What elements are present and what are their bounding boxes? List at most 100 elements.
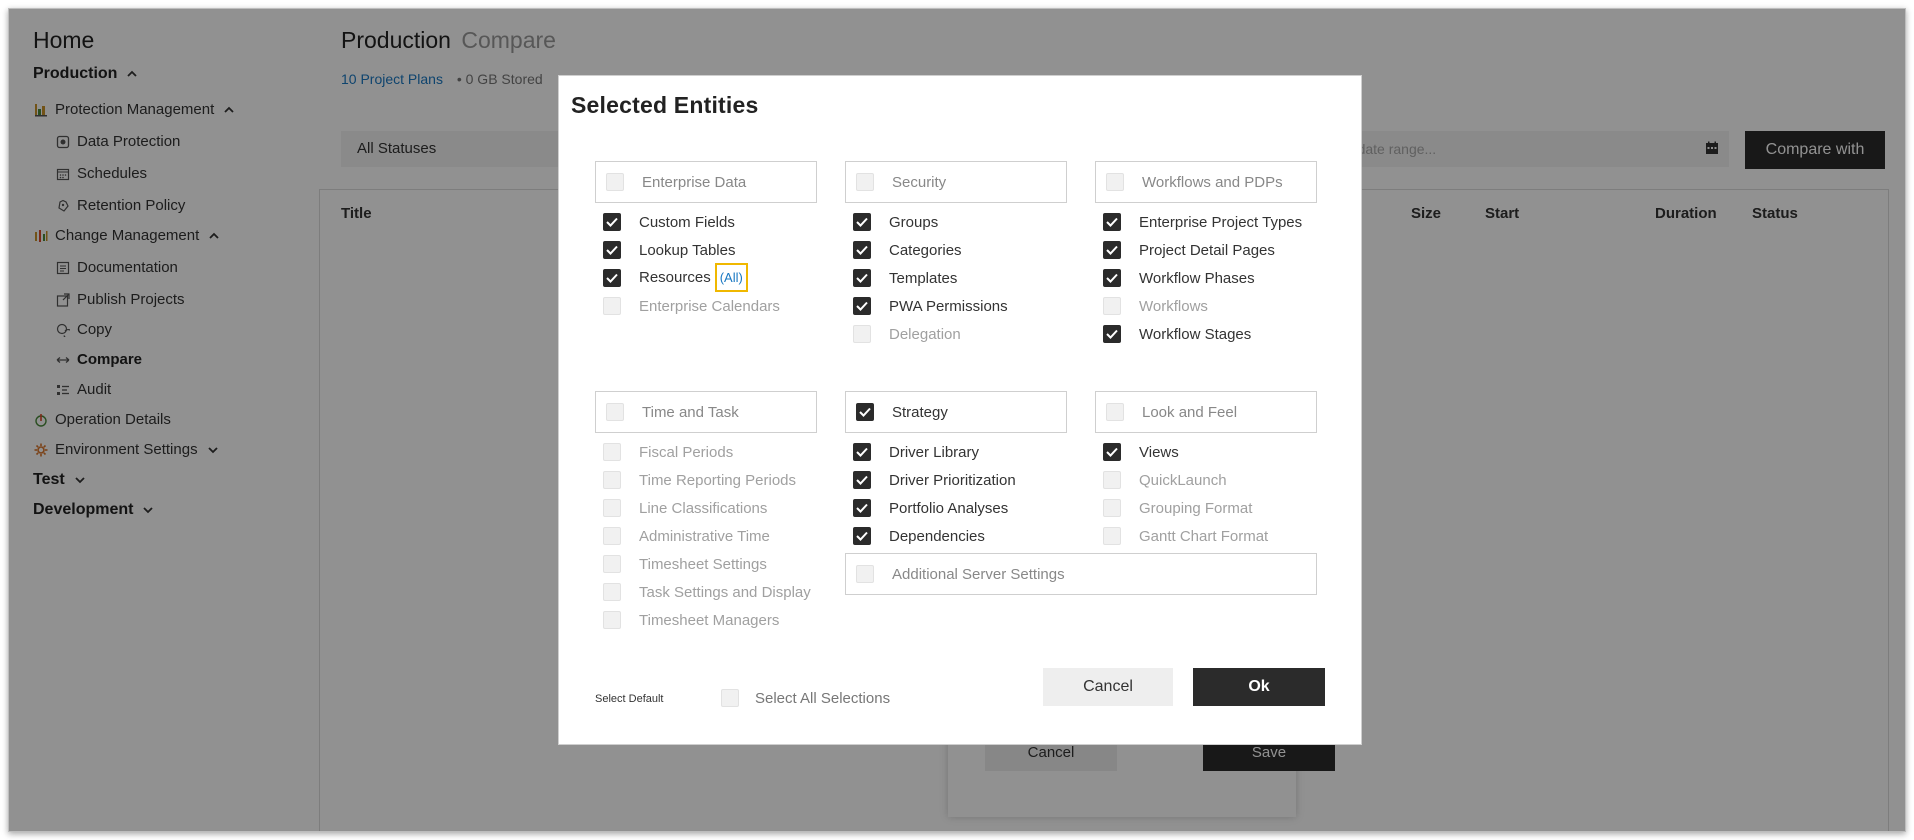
- group-security: Security Groups Categories Templates PWA…: [845, 161, 1067, 343]
- checkbox-unchecked-icon[interactable]: [856, 173, 874, 191]
- checkbox-unchecked-icon[interactable]: [603, 583, 621, 601]
- entity-item-driver-prioritization[interactable]: Driver Prioritization: [853, 471, 1016, 489]
- entity-label: Time Reporting Periods: [639, 471, 797, 489]
- entity-item-delegation[interactable]: Delegation: [853, 325, 961, 343]
- entity-item-driver-library[interactable]: Driver Library: [853, 443, 979, 461]
- entity-item-timesheet-settings[interactable]: Timesheet Settings: [603, 555, 767, 573]
- entity-label: Views: [1139, 443, 1179, 461]
- checkbox-unchecked-icon[interactable]: [606, 403, 624, 421]
- dialog-title: Selected Entities: [571, 92, 759, 118]
- checkbox-unchecked-icon[interactable]: [603, 443, 621, 461]
- entity-label: Timesheet Settings: [639, 555, 767, 573]
- entity-item-templates[interactable]: Templates: [853, 269, 957, 287]
- entity-item-grouping-format[interactable]: Grouping Format: [1103, 499, 1252, 517]
- checkbox-checked-icon[interactable]: [853, 499, 871, 517]
- group-label: Security: [892, 173, 947, 191]
- select-all-selections[interactable]: Select All Selections: [721, 689, 890, 707]
- entity-item-enterprise-calendars[interactable]: Enterprise Calendars: [603, 297, 780, 315]
- entity-item-categories[interactable]: Categories: [853, 241, 962, 259]
- checkbox-checked-icon[interactable]: [853, 471, 871, 489]
- entity-item-workflow-stages[interactable]: Workflow Stages: [1103, 325, 1251, 343]
- group-header-additional-server-settings[interactable]: Additional Server Settings: [845, 553, 1317, 595]
- entity-item-dependencies[interactable]: Dependencies: [853, 527, 985, 545]
- checkbox-checked-icon[interactable]: [1103, 213, 1121, 231]
- entity-item-lookup-tables[interactable]: Lookup Tables: [603, 241, 735, 259]
- entity-label: Workflow Stages: [1139, 325, 1252, 343]
- entity-item-workflow-phases[interactable]: Workflow Phases: [1103, 269, 1255, 287]
- entity-label: PWA Permissions: [889, 297, 1008, 315]
- checkbox-unchecked-icon[interactable]: [853, 325, 871, 343]
- checkbox-unchecked-icon[interactable]: [1103, 471, 1121, 489]
- checkbox-unchecked-icon[interactable]: [603, 471, 621, 489]
- checkbox-unchecked-icon[interactable]: [603, 297, 621, 315]
- entity-label: Custom Fields: [639, 213, 735, 231]
- checkbox-unchecked-icon[interactable]: [606, 173, 624, 191]
- checkbox-unchecked-icon[interactable]: [603, 527, 621, 545]
- group-label: Enterprise Data: [642, 173, 747, 191]
- entity-item-pwa-permissions[interactable]: PWA Permissions: [853, 297, 1008, 315]
- group-header-security[interactable]: Security: [845, 161, 1067, 203]
- entity-label: Timesheet Managers: [639, 611, 780, 629]
- entity-label: Driver Library: [889, 443, 980, 461]
- checkbox-unchecked-icon[interactable]: [603, 555, 621, 573]
- checkbox-unchecked-icon[interactable]: [1103, 499, 1121, 517]
- entity-label: Enterprise Calendars: [639, 297, 780, 315]
- checkbox-checked-icon[interactable]: [603, 241, 621, 259]
- group-enterprise-data: Enterprise Data Custom Fields Lookup Tab…: [595, 161, 817, 315]
- group-header-look-and-feel[interactable]: Look and Feel: [1095, 391, 1317, 433]
- checkbox-checked-icon[interactable]: [853, 269, 871, 287]
- checkbox-checked-icon[interactable]: [853, 527, 871, 545]
- entity-item-custom-fields[interactable]: Custom Fields: [603, 213, 735, 231]
- checkbox-unchecked-icon[interactable]: [603, 499, 621, 517]
- checkbox-unchecked-icon[interactable]: [1103, 297, 1121, 315]
- checkbox-unchecked-icon[interactable]: [1106, 173, 1124, 191]
- entity-item-groups[interactable]: Groups: [853, 213, 938, 231]
- checkbox-unchecked-icon[interactable]: [856, 565, 874, 583]
- entity-item-portfolio-analyses[interactable]: Portfolio Analyses: [853, 499, 1008, 517]
- cancel-button[interactable]: Cancel: [1043, 668, 1173, 706]
- checkbox-unchecked-icon[interactable]: [603, 611, 621, 629]
- entity-label: Workflow Phases: [1139, 269, 1255, 287]
- select-default-link[interactable]: Select Default: [595, 693, 663, 705]
- checkbox-checked-icon[interactable]: [603, 268, 621, 287]
- group-header-time-and-task[interactable]: Time and Task: [595, 391, 817, 433]
- group-header-workflows[interactable]: Workflows and PDPs: [1095, 161, 1317, 203]
- entity-item-enterprise-project-types[interactable]: Enterprise Project Types: [1103, 213, 1302, 231]
- entity-label: Portfolio Analyses: [889, 499, 1009, 517]
- checkbox-checked-icon[interactable]: [1103, 269, 1121, 287]
- group-strategy: Strategy Driver Library Driver Prioritiz…: [845, 391, 1067, 545]
- checkbox-checked-icon[interactable]: [853, 241, 871, 259]
- entity-item-time-reporting-periods[interactable]: Time Reporting Periods: [603, 471, 796, 489]
- checkbox-checked-icon[interactable]: [853, 297, 871, 315]
- entity-item-quicklaunch[interactable]: QuickLaunch: [1103, 471, 1227, 489]
- checkbox-checked-icon[interactable]: [1103, 443, 1121, 461]
- checkbox-checked-icon[interactable]: [1103, 241, 1121, 259]
- checkbox-unchecked-icon[interactable]: [1103, 527, 1121, 545]
- entity-item-resources[interactable]: Resources (All): [603, 263, 748, 292]
- entity-item-line-classifications[interactable]: Line Classifications: [603, 499, 767, 517]
- checkbox-unchecked-icon[interactable]: [1106, 403, 1124, 421]
- entity-item-views[interactable]: Views: [1103, 443, 1179, 461]
- checkbox-checked-icon[interactable]: [853, 213, 871, 231]
- entity-label: Task Settings and Display: [639, 583, 811, 601]
- checkbox-checked-icon[interactable]: [856, 403, 874, 421]
- entity-label: Line Classifications: [639, 499, 768, 517]
- entity-item-project-detail-pages[interactable]: Project Detail Pages: [1103, 241, 1275, 259]
- group-label: Additional Server Settings: [892, 565, 1065, 583]
- resources-all-link[interactable]: (All): [714, 263, 748, 292]
- entity-item-administrative-time[interactable]: Administrative Time: [603, 527, 770, 545]
- ok-button[interactable]: Ok: [1193, 668, 1325, 706]
- checkbox-checked-icon[interactable]: [1103, 325, 1121, 343]
- entity-item-fiscal-periods[interactable]: Fiscal Periods: [603, 443, 733, 461]
- entity-item-timesheet-managers[interactable]: Timesheet Managers: [603, 611, 779, 629]
- entity-item-workflows[interactable]: Workflows: [1103, 297, 1208, 315]
- checkbox-unchecked-icon[interactable]: [721, 689, 739, 707]
- group-header-strategy[interactable]: Strategy: [845, 391, 1067, 433]
- checkbox-checked-icon[interactable]: [603, 213, 621, 231]
- group-header-enterprise-data[interactable]: Enterprise Data: [595, 161, 817, 203]
- checkbox-checked-icon[interactable]: [853, 443, 871, 461]
- entity-label: Enterprise Project Types: [1139, 213, 1303, 231]
- entity-label: Administrative Time: [639, 527, 770, 545]
- entity-item-task-settings[interactable]: Task Settings and Display: [603, 583, 811, 601]
- entity-item-gantt-chart-format[interactable]: Gantt Chart Format: [1103, 527, 1268, 545]
